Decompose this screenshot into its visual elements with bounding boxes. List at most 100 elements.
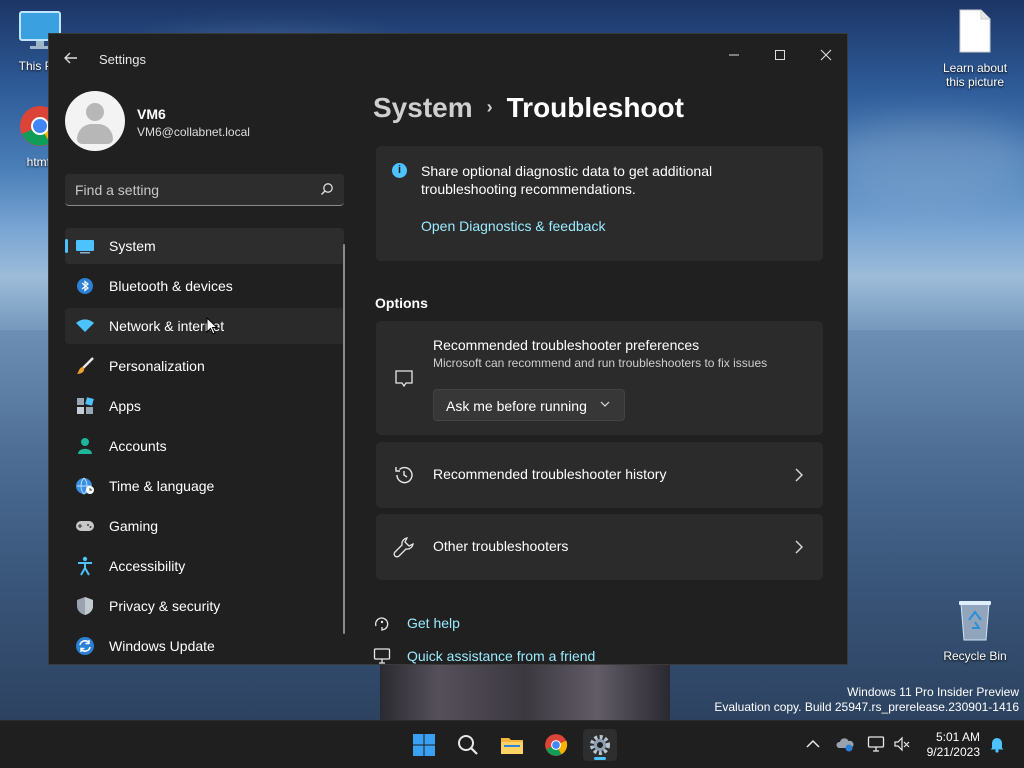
- gamepad-icon: [74, 515, 96, 537]
- clock[interactable]: 5:01 AM 9/21/2023: [927, 730, 980, 760]
- sidebar-item-label: Time & language: [109, 478, 215, 494]
- maximize-button[interactable]: [757, 40, 803, 72]
- recycle-bin-icon: [959, 601, 991, 641]
- taskbar-file-explorer[interactable]: [495, 729, 529, 761]
- selection-indicator: [65, 239, 68, 253]
- sidebar-item-label: Apps: [109, 398, 141, 414]
- sidebar-item-windows-update[interactable]: Windows Update: [65, 628, 344, 664]
- maximize-icon: [775, 50, 785, 60]
- search-icon: [458, 735, 478, 755]
- onedrive-icon[interactable]: [836, 735, 854, 753]
- bluetooth-icon: [74, 275, 96, 297]
- preferences-title: Recommended troubleshooter preferences: [433, 337, 700, 353]
- search-icon[interactable]: [320, 182, 334, 196]
- sidebar-item-time-language[interactable]: Time & language: [65, 468, 344, 504]
- title-bar[interactable]: Settings: [49, 34, 847, 82]
- other-troubleshooters-label: Other troubleshooters: [433, 538, 569, 554]
- breadcrumb-parent[interactable]: System: [373, 92, 473, 123]
- chevron-down-icon: [600, 401, 610, 407]
- clock-time: 5:01 AM: [935, 730, 980, 744]
- chrome-icon: [545, 734, 568, 756]
- chevron-right-icon: [795, 540, 803, 554]
- desktop-icon-label: Learn about this picture: [942, 61, 1008, 89]
- sidebar-item-privacy[interactable]: Privacy & security: [65, 588, 344, 624]
- search-box[interactable]: [65, 174, 344, 206]
- desktop-icon-label: Recycle Bin: [943, 649, 1007, 663]
- chevron-right-icon: ›: [486, 97, 493, 117]
- sidebar-item-apps[interactable]: Apps: [65, 388, 344, 424]
- sidebar-item-label: Accounts: [109, 438, 167, 454]
- desktop-icon-recycle-bin[interactable]: Recycle Bin: [938, 598, 1012, 663]
- start-button[interactable]: [407, 729, 441, 761]
- sidebar-nav: System Bluetooth & devices Network & int…: [65, 228, 344, 664]
- update-icon: [74, 635, 96, 657]
- network-icon[interactable]: [867, 735, 885, 753]
- notification-bell-icon[interactable]: [988, 735, 1006, 753]
- sidebar-item-accessibility[interactable]: Accessibility: [65, 548, 344, 584]
- preferences-dropdown[interactable]: Ask me before running: [433, 389, 625, 421]
- wrench-icon: [393, 537, 414, 558]
- sidebar-item-bluetooth[interactable]: Bluetooth & devices: [65, 268, 344, 304]
- chevron-right-icon: [795, 468, 803, 482]
- close-button[interactable]: [803, 40, 847, 72]
- chat-bubble-icon: [395, 370, 413, 388]
- active-app-indicator: [594, 757, 606, 760]
- mouse-cursor-icon: [206, 317, 218, 335]
- quick-assist-label: Quick assistance from a friend: [407, 648, 596, 664]
- taskbar-settings[interactable]: [583, 729, 617, 761]
- search-input[interactable]: [75, 181, 305, 199]
- sidebar-item-system[interactable]: System: [65, 228, 344, 264]
- history-icon: [395, 466, 413, 484]
- sidebar-scrollbar[interactable]: [343, 244, 345, 634]
- sidebar-item-label: Accessibility: [109, 558, 186, 574]
- document-icon: [959, 9, 991, 53]
- sidebar-item-gaming[interactable]: Gaming: [65, 508, 344, 544]
- taskbar-chrome[interactable]: [539, 729, 573, 761]
- sidebar-item-accounts[interactable]: Accounts: [65, 428, 344, 464]
- open-diagnostics-link[interactable]: Open Diagnostics & feedback: [421, 218, 605, 234]
- sidebar-item-network[interactable]: Network & internet: [65, 308, 344, 344]
- accessibility-icon: [74, 555, 96, 577]
- help-icon: [375, 617, 389, 631]
- taskbar: 5:01 AM 9/21/2023: [0, 720, 1024, 768]
- info-text: Share optional diagnostic data to get ad…: [421, 163, 713, 197]
- close-icon: [820, 49, 832, 61]
- settings-window: Settings VM6 VM6@collabnet.local System: [48, 33, 848, 665]
- sidebar-item-label: Privacy & security: [109, 598, 221, 614]
- troubleshooter-preferences-card: Recommended troubleshooter preferences M…: [376, 321, 823, 435]
- wallpaper-cloud: [820, 120, 1024, 200]
- wallpaper-pier: [380, 665, 670, 723]
- person-icon: [74, 435, 96, 457]
- brush-icon: [74, 355, 96, 377]
- quick-assist-link[interactable]: Quick assistance from a friend: [373, 647, 596, 664]
- watermark-line: Windows 11 Pro Insider Preview: [847, 685, 1019, 699]
- shield-icon: [74, 595, 96, 617]
- diagnostic-info-card: i Share optional diagnostic data to get …: [376, 146, 823, 261]
- get-help-link[interactable]: Get help: [373, 614, 460, 632]
- clock-date: 9/21/2023: [926, 745, 980, 759]
- window-title: Settings: [99, 52, 146, 67]
- chevron-up-icon[interactable]: [804, 735, 822, 753]
- info-icon: i: [392, 163, 407, 178]
- taskbar-search-button[interactable]: [451, 729, 485, 761]
- sidebar-item-label: Gaming: [109, 518, 159, 534]
- minimize-button[interactable]: [711, 40, 757, 72]
- history-label: Recommended troubleshooter history: [433, 466, 667, 482]
- avatar[interactable]: [65, 91, 125, 151]
- apps-icon: [74, 395, 96, 417]
- back-arrow-icon[interactable]: [63, 50, 81, 68]
- sidebar-item-personalization[interactable]: Personalization: [65, 348, 344, 384]
- troubleshooter-history-row[interactable]: Recommended troubleshooter history: [376, 442, 823, 508]
- other-troubleshooters-row[interactable]: Other troubleshooters: [376, 514, 823, 580]
- wifi-icon: [74, 315, 96, 337]
- dropdown-value: Ask me before running: [446, 398, 587, 414]
- profile-email: VM6@collabnet.local: [137, 125, 250, 139]
- volume-muted-icon[interactable]: [893, 735, 911, 753]
- sidebar-item-label: Windows Update: [109, 638, 215, 654]
- windows-logo-icon: [413, 734, 435, 756]
- quick-assist-icon: [373, 648, 391, 664]
- minimize-icon: [729, 54, 739, 56]
- desktop-icon-learn[interactable]: Learn about this picture: [938, 8, 1012, 89]
- sidebar-item-label: System: [109, 238, 156, 254]
- watermark-line: Evaluation copy. Build 25947.rs_prerelea…: [714, 700, 1019, 714]
